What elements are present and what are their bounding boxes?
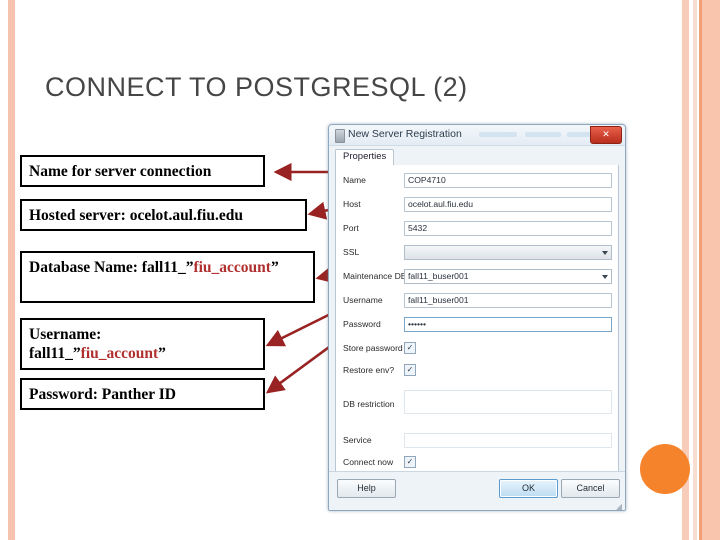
label-port: Port — [343, 223, 359, 233]
server-icon — [335, 129, 345, 143]
orange-circle-decoration — [640, 444, 690, 494]
label-username: Username — [343, 295, 383, 305]
callout-password: Password: Panther ID — [20, 378, 265, 410]
label-maintenance-db: Maintenance DB — [343, 271, 407, 281]
callout-host-text: Hosted server: ocelot.aul.fiu.edu — [29, 207, 243, 224]
input-name[interactable]: COP4710 — [404, 173, 612, 188]
chevron-down-icon — [602, 275, 608, 279]
input-db-restriction[interactable] — [404, 390, 612, 414]
callout-username-highlight: fiu_account — [80, 345, 159, 363]
dialog-title: New Server Registration — [348, 128, 462, 140]
field-row-restore-env: Restore env? ✓ — [336, 363, 618, 380]
page-title: CONNECT TO POSTGRESQL (2) — [45, 72, 468, 102]
callout-password-text: Password: Panther ID — [29, 386, 176, 403]
checkbox-connect-now[interactable]: ✓ — [404, 456, 416, 468]
field-row-password: Password •••••• — [336, 317, 618, 334]
dialog-button-bar: Help OK Cancel — [329, 471, 625, 510]
slide: CONNECT TO POSTGRESQL (2) Name for serve… — [0, 0, 720, 540]
label-password: Password — [343, 319, 381, 329]
callout-username: Username: fall11_”fiu_account” — [20, 318, 265, 370]
label-ssl: SSL — [343, 247, 360, 257]
field-row-name: Name COP4710 — [336, 173, 618, 190]
callout-hosted-server: Hosted server: ocelot.aul.fiu.edu — [20, 199, 307, 231]
label-store-password: Store password — [343, 343, 403, 353]
cancel-button[interactable]: Cancel — [561, 479, 620, 498]
new-server-registration-dialog[interactable]: New Server Registration ✕ Properties Nam… — [328, 124, 626, 511]
callout-database-name: Database Name: fall11_”fiu_account” — [20, 251, 315, 303]
select-maintenance-db-value: fall11_buser001 — [408, 271, 469, 281]
callout-username-suffix: ” — [158, 345, 166, 363]
label-connect-now: Connect now — [343, 457, 394, 467]
input-host[interactable]: ocelot.aul.fiu.edu — [404, 197, 612, 212]
callout-db-highlight: fiu_account — [193, 259, 271, 276]
callout-db-suffix: ” — [270, 259, 279, 276]
label-db-restriction: DB restriction — [343, 399, 395, 409]
input-username[interactable]: fall11_buser001 — [404, 293, 612, 308]
resize-grip-icon[interactable] — [616, 504, 622, 510]
dialog-tabstrip: Properties — [335, 149, 619, 167]
select-maintenance-db[interactable]: fall11_buser001 — [404, 269, 612, 284]
right-accent-bar-4 — [702, 0, 720, 540]
callout-name-for-server-connection: Name for server connection — [20, 155, 265, 187]
callout-name-text: Name for server connection — [29, 163, 212, 180]
checkbox-restore-env[interactable]: ✓ — [404, 364, 416, 376]
input-password[interactable]: •••••• — [404, 317, 612, 332]
ok-button[interactable]: OK — [499, 479, 558, 498]
close-icon[interactable]: ✕ — [590, 126, 622, 144]
callout-username-prefix: fall11_” — [29, 345, 81, 363]
field-row-ssl: SSL — [336, 245, 618, 262]
checkbox-store-password[interactable]: ✓ — [404, 342, 416, 354]
select-ssl[interactable] — [404, 245, 612, 260]
label-name: Name — [343, 175, 366, 185]
field-row-service: Service — [336, 433, 618, 450]
right-accent-bar-2 — [693, 0, 697, 540]
field-row-port: Port 5432 — [336, 221, 618, 238]
callout-username-line1: Username: — [29, 326, 102, 343]
left-accent-bar — [8, 0, 15, 540]
callout-db-prefix: Database Name: fall11_” — [29, 259, 194, 276]
field-row-store-password: Store password ✓ — [336, 341, 618, 358]
field-row-username: Username fall11_buser001 — [336, 293, 618, 310]
field-row-maintenance-db: Maintenance DB fall11_buser001 — [336, 269, 618, 286]
label-host: Host — [343, 199, 361, 209]
input-port[interactable]: 5432 — [404, 221, 612, 236]
field-row-host: Host ocelot.aul.fiu.edu — [336, 197, 618, 214]
label-restore-env: Restore env? — [343, 365, 395, 375]
chevron-down-icon — [602, 251, 608, 255]
titlebar-ghost-text-2 — [525, 132, 561, 137]
titlebar-ghost-text-1 — [479, 132, 517, 137]
input-service[interactable] — [404, 433, 612, 448]
dialog-body: Properties Name COP4710 Host ocelot.aul.… — [329, 146, 625, 510]
label-service: Service — [343, 435, 372, 445]
field-row-connect-now: Connect now ✓ — [336, 455, 618, 472]
dialog-title-bar[interactable]: New Server Registration ✕ — [329, 125, 625, 146]
properties-panel: Name COP4710 Host ocelot.aul.fiu.edu Por… — [335, 165, 619, 510]
field-row-db-restriction: DB restriction — [336, 390, 618, 414]
help-button[interactable]: Help — [337, 479, 396, 498]
